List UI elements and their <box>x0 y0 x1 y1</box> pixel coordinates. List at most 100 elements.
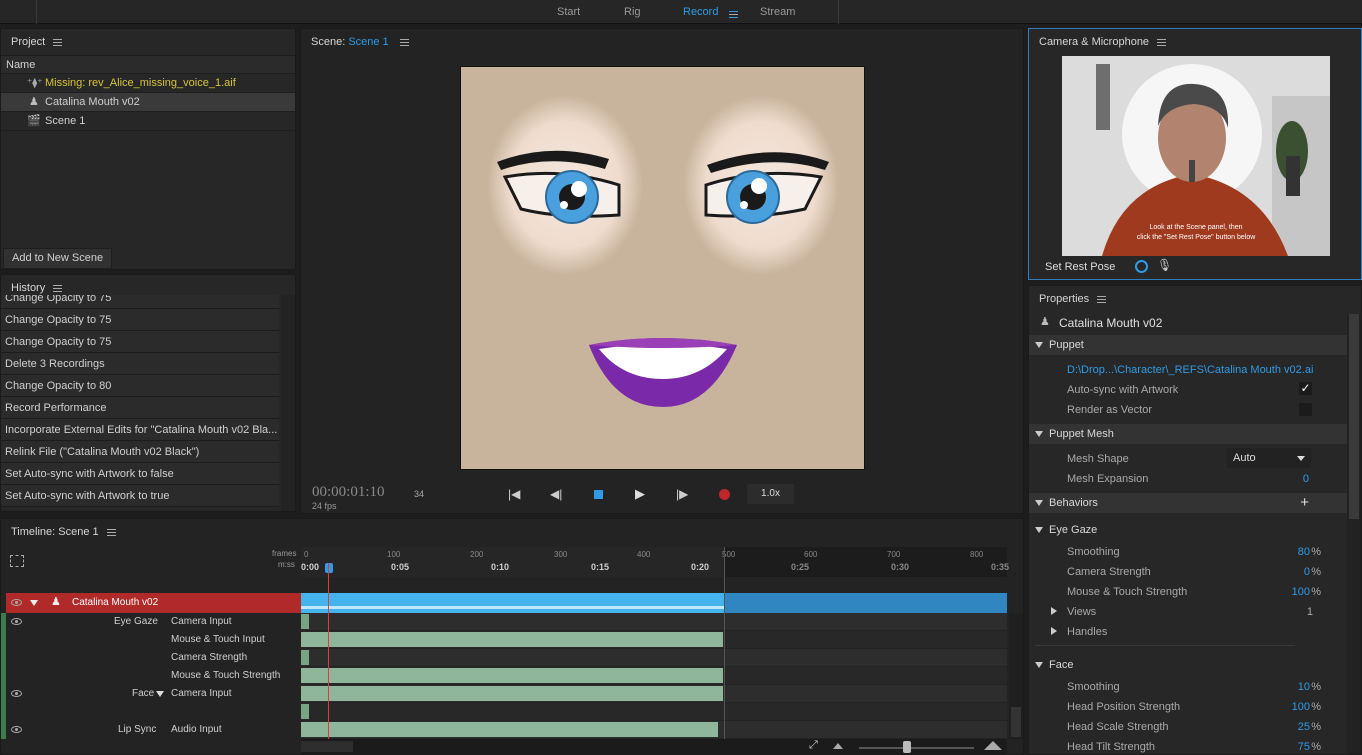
tab-stream[interactable]: Stream <box>760 6 795 18</box>
artwork-file-path[interactable]: D:\Drop...\Character\_REFS\Catalina Mout… <box>1067 360 1313 380</box>
scrollbar-thumb[interactable] <box>1011 707 1021 737</box>
properties-scrollbar[interactable] <box>1347 314 1361 754</box>
take-clip[interactable] <box>301 668 723 683</box>
take-clip[interactable] <box>301 614 309 629</box>
track-label: Camera Strength <box>171 652 248 663</box>
take-clip[interactable] <box>301 704 309 719</box>
timeline-vertical-scrollbar[interactable] <box>1009 613 1023 739</box>
history-item[interactable]: Change Opacity to 75 <box>1 295 279 309</box>
playback-speed[interactable]: 1.0x <box>747 484 794 504</box>
tab-start[interactable]: Start <box>557 6 580 18</box>
add-to-new-scene-button[interactable]: Add to New Scene <box>3 248 113 269</box>
mesh-shape-dropdown[interactable]: Auto <box>1227 448 1311 468</box>
tab-record[interactable]: Record <box>683 6 718 18</box>
head-tilt-strength-value[interactable]: 75 <box>1298 737 1310 754</box>
track-label: Catalina Mouth v02 <box>72 597 159 608</box>
time-ruler[interactable]: 0 100 200 300 400 500 600 700 800 0:00 0… <box>301 547 1010 577</box>
history-item[interactable]: Incorporate External Edits for "Catalina… <box>1 419 279 441</box>
history-item[interactable]: Change Opacity to 75 <box>1 309 279 331</box>
history-scrollbar[interactable] <box>281 295 295 511</box>
section-behaviors[interactable]: Behaviors + <box>1029 493 1347 513</box>
project-item-missing-audio[interactable]: ⁺⧫⁺ Missing: rev_Alice_missing_voice_1.a… <box>1 74 295 93</box>
section-puppet[interactable]: Puppet <box>1029 335 1347 355</box>
timeline-puppet-row[interactable]: ♟ Catalina Mouth v02 <box>6 593 301 613</box>
head-scale-strength-value[interactable]: 25 <box>1298 717 1310 737</box>
set-rest-pose-button[interactable]: Set Rest Pose <box>1045 261 1115 273</box>
track-lane <box>301 649 1007 666</box>
percent-unit: % <box>1311 681 1321 693</box>
visibility-eye-icon[interactable] <box>11 690 22 697</box>
panel-menu-icon[interactable] <box>106 528 116 536</box>
take-clip[interactable] <box>301 632 723 647</box>
history-item[interactable]: Relink File ("Catalina Mouth v02 Black") <box>1 441 279 463</box>
panel-menu-icon[interactable] <box>1097 295 1107 303</box>
mesh-expansion-value[interactable]: 0 <box>1303 469 1309 489</box>
track-label: Camera Input <box>171 688 232 699</box>
playhead-handle[interactable] <box>325 563 333 573</box>
puppet-name: Catalina Mouth v02 <box>1059 316 1163 330</box>
zoom-in-icon[interactable] <box>984 741 1002 750</box>
project-item-puppet[interactable]: ♟ Catalina Mouth v02 <box>1 93 295 112</box>
scrollbar-thumb[interactable] <box>301 741 353 752</box>
head-position-strength-value[interactable]: 100 <box>1292 697 1310 717</box>
history-item[interactable]: Change Opacity to 80 <box>1 375 279 397</box>
project-item-scene[interactable]: 🎬 Scene 1 <box>1 112 295 131</box>
workspace-menu-icon[interactable] <box>729 10 738 18</box>
section-puppet-mesh[interactable]: Puppet Mesh <box>1029 424 1347 444</box>
behavior-face[interactable]: Face <box>1029 655 1361 676</box>
step-back-icon[interactable]: ◀| <box>550 487 562 501</box>
panel-grip <box>0 0 37 24</box>
panel-menu-icon[interactable] <box>399 38 409 46</box>
step-forward-icon[interactable]: |▶ <box>676 487 688 501</box>
scene-name-link[interactable]: Scene 1 <box>348 36 388 48</box>
behavior-title: Face <box>1049 659 1074 671</box>
expand-icon[interactable] <box>1051 607 1057 615</box>
name-column-header[interactable]: Name <box>1 55 295 74</box>
autosync-checkbox[interactable]: ✓ <box>1299 382 1312 395</box>
scene-canvas[interactable] <box>460 66 865 470</box>
collapse-icon <box>1035 527 1043 533</box>
visibility-eye-icon[interactable] <box>11 599 22 606</box>
panel-menu-icon[interactable] <box>53 284 63 292</box>
history-item[interactable]: Change Opacity to 75 <box>1 331 279 353</box>
go-to-start-icon[interactable]: |◀ <box>508 487 520 501</box>
play-icon[interactable]: ▶ <box>635 486 645 502</box>
face-smoothing-value[interactable]: 10 <box>1298 677 1310 697</box>
smoothing-value[interactable]: 80 <box>1298 542 1310 562</box>
project-item-label: Catalina Mouth v02 <box>45 96 140 108</box>
panel-menu-icon[interactable] <box>53 38 63 46</box>
camera-toggle-icon[interactable] <box>1135 260 1148 273</box>
scrollbar-thumb[interactable] <box>1349 314 1359 519</box>
puppet-track-bar[interactable] <box>301 593 1007 613</box>
history-item[interactable]: Set Auto-sync with Artwork to true <box>1 485 279 507</box>
history-item[interactable]: Set Auto-sync with Artwork to false <box>1 463 279 485</box>
panel-menu-icon[interactable] <box>1157 38 1167 46</box>
record-icon[interactable] <box>719 489 730 500</box>
behavior-eye-gaze[interactable]: Eye Gaze <box>1029 520 1347 540</box>
fit-to-view-icon[interactable] <box>10 555 24 567</box>
microphone-icon[interactable]: 🎙 <box>1157 258 1172 272</box>
time-tick-label: 0:35 <box>991 562 1010 572</box>
mouse-touch-strength-value[interactable]: 100 <box>1292 582 1310 602</box>
expand-icon[interactable] <box>1051 627 1057 635</box>
expand-icon[interactable]: ⤢ <box>809 739 818 752</box>
history-item[interactable]: Record Performance <box>1 397 279 419</box>
take-clip[interactable] <box>301 686 723 701</box>
zoom-slider-thumb[interactable] <box>903 741 911 753</box>
audio-clip[interactable] <box>301 722 718 737</box>
camera-strength-value[interactable]: 0 <box>1304 562 1310 582</box>
tab-rig[interactable]: Rig <box>624 6 641 18</box>
history-item[interactable]: Delete 3 Recordings <box>1 353 279 375</box>
add-behavior-icon[interactable]: + <box>1300 493 1309 513</box>
handles-label: Handles <box>1067 626 1108 638</box>
visibility-eye-icon[interactable] <box>11 618 22 625</box>
chevron-down-icon[interactable] <box>156 691 164 697</box>
zoom-slider-track[interactable] <box>859 747 974 749</box>
render-vector-checkbox[interactable] <box>1299 403 1312 416</box>
time-tick-label: 0:10 <box>491 562 510 572</box>
collapse-icon[interactable] <box>30 600 38 606</box>
visibility-eye-icon[interactable] <box>11 726 22 733</box>
zoom-out-icon[interactable] <box>833 743 843 749</box>
take-clip[interactable] <box>301 650 309 665</box>
stop-icon[interactable] <box>594 490 603 499</box>
